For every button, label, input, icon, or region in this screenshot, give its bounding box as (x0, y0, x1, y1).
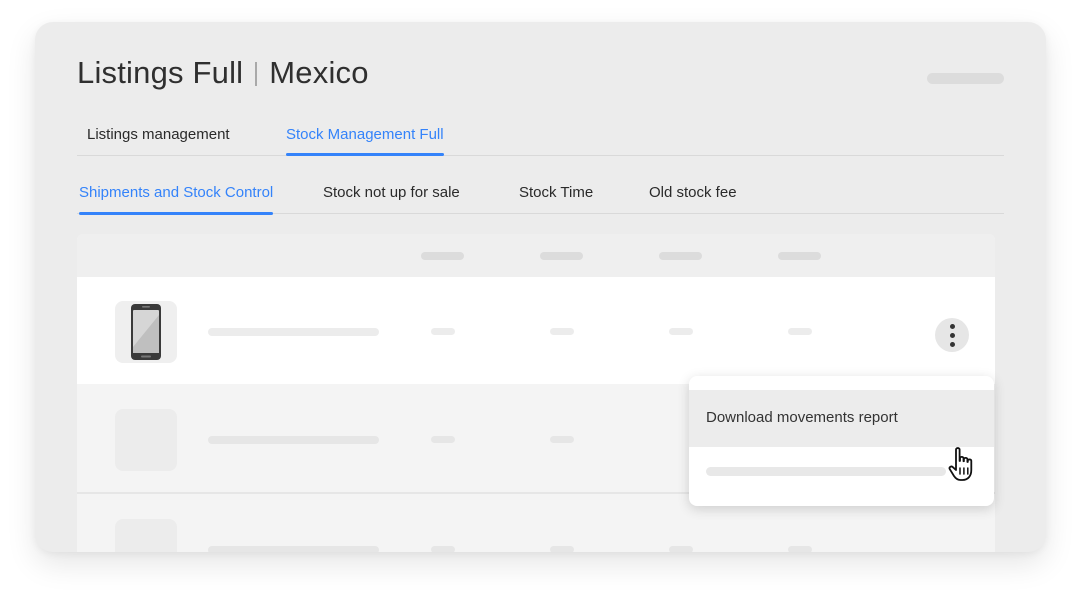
table-header (77, 234, 995, 277)
title-divider (255, 62, 258, 86)
menu-item-placeholder[interactable] (706, 467, 946, 476)
hand-pointer-icon (948, 447, 973, 481)
header-placeholder (778, 252, 821, 260)
cell-placeholder (550, 436, 574, 443)
more-vertical-icon-dot (950, 342, 955, 347)
product-thumbnail (115, 301, 177, 363)
tab-stock-not-up-for-sale[interactable]: Stock not up for sale (323, 184, 460, 216)
tab-old-stock-fee[interactable]: Old stock fee (649, 184, 737, 216)
cell-placeholder (431, 436, 455, 443)
page-title-country: Mexico (269, 55, 369, 90)
tab-listings-management[interactable]: Listings management (87, 126, 230, 158)
table-row[interactable] (77, 277, 995, 384)
menu-item-label: Download movements report (706, 409, 898, 426)
header-placeholder (540, 252, 583, 260)
tab-label: Stock Management Full (286, 126, 444, 143)
row-actions-menu: Download movements report (689, 376, 994, 506)
page-title-main: Listings Full (77, 55, 244, 90)
tab-stock-management-full[interactable]: Stock Management Full (286, 126, 444, 156)
listings-card: Listings Full Mexico Listings management … (35, 22, 1046, 552)
smartphone-icon (131, 304, 161, 360)
header-placeholder (421, 252, 464, 260)
tab-label: Shipments and Stock Control (79, 184, 274, 201)
cell-placeholder (788, 546, 812, 552)
tab-stock-time[interactable]: Stock Time (519, 184, 593, 216)
title-placeholder (208, 436, 379, 444)
more-vertical-icon-dot (950, 324, 955, 329)
active-tab-indicator (286, 153, 444, 156)
tab-shipments-and-stock-control[interactable]: Shipments and Stock Control (79, 184, 274, 215)
cell-placeholder (431, 546, 455, 552)
menu-item-download-movements-report[interactable]: Download movements report (689, 390, 994, 447)
product-thumbnail (115, 519, 177, 552)
cell-placeholder (669, 546, 693, 552)
cell-placeholder (550, 328, 574, 335)
page-title: Listings Full Mexico (77, 55, 369, 91)
cell-placeholder (788, 328, 812, 335)
tab-label: Old stock fee (649, 184, 737, 201)
title-placeholder (208, 328, 379, 336)
cell-placeholder (550, 546, 574, 552)
row-actions-button[interactable] (935, 318, 969, 352)
product-thumbnail (115, 409, 177, 471)
more-vertical-icon-dot (950, 333, 955, 338)
sub-tabs: Shipments and Stock Control Stock not up… (77, 182, 1004, 216)
tab-label: Stock Time (519, 184, 594, 201)
cell-placeholder (431, 328, 455, 335)
header-placeholder (927, 73, 1004, 84)
cell-placeholder (669, 328, 693, 335)
tab-label: Stock not up for sale (323, 184, 460, 201)
tab-label: Listings management (87, 126, 230, 143)
header-placeholder (659, 252, 702, 260)
title-placeholder (208, 546, 379, 552)
active-tab-indicator (79, 212, 274, 215)
main-tabs: Listings management Stock Management Ful… (77, 122, 1004, 156)
